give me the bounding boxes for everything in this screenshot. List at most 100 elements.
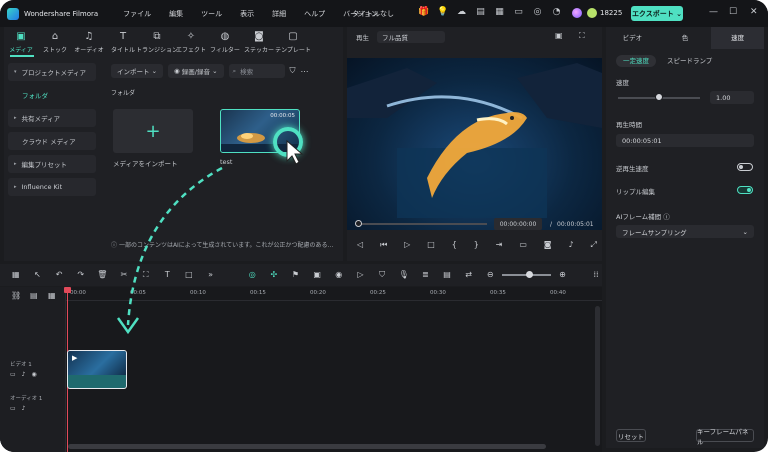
zoom-out-icon[interactable]: ⊖	[484, 269, 496, 281]
zoom-slider[interactable]	[502, 271, 551, 278]
play-icon[interactable]: ▷	[404, 240, 410, 250]
notification-icon[interactable]: ◔	[551, 7, 562, 18]
headset-icon[interactable]: ◎	[532, 7, 543, 18]
speed-value-field[interactable]: 1.00	[710, 91, 754, 104]
menu-file[interactable]: ファイル	[114, 9, 160, 19]
previous-frame-icon[interactable]: ◁	[357, 240, 363, 250]
step-back-icon[interactable]: ⏮	[380, 240, 387, 250]
monitor-icon[interactable]: ▭	[519, 240, 527, 250]
zoom-in-icon[interactable]: ⊕	[557, 269, 569, 281]
record-dropdown[interactable]: ◉ 録画/録音 ⌄	[168, 64, 224, 78]
quality-dropdown[interactable]: フル品質	[377, 31, 445, 43]
delete-icon[interactable]: 🗑	[97, 269, 109, 281]
menu-advanced[interactable]: 詳細	[263, 9, 295, 19]
playhead-handle[interactable]	[64, 287, 71, 293]
folder-icon[interactable]: ▭	[10, 371, 16, 378]
reverse-toggle[interactable]	[737, 163, 753, 171]
tab-title[interactable]: T タイトル	[106, 27, 140, 57]
import-dropdown[interactable]: インポート ⌄	[111, 64, 164, 78]
import-media-tile[interactable]: +	[113, 109, 193, 153]
timeline-horizontal-scrollbar[interactable]	[68, 444, 546, 449]
layout-icon[interactable]: ▣	[555, 31, 563, 40]
menu-tools[interactable]: ツール	[192, 9, 231, 19]
time-ruler[interactable]: 00:00 00:05 00:10 00:15 00:20 00:25 00:3…	[66, 287, 602, 301]
camera-icon[interactable]: ◙	[544, 240, 552, 250]
add-track-icon[interactable]: ▤	[30, 291, 38, 300]
zoom-slider-handle[interactable]	[526, 271, 534, 278]
gift-icon[interactable]: 🎁	[418, 7, 429, 18]
shield-icon[interactable]: ⛉	[376, 269, 388, 281]
snapshot-icon[interactable]: ▣	[311, 269, 323, 281]
mark-out-icon[interactable]: }	[474, 240, 479, 250]
tab-stock[interactable]: ⌂ ストック	[38, 27, 72, 57]
close-icon[interactable]: ✕	[750, 7, 758, 17]
sidebar-item-folder[interactable]: フォルダ	[8, 86, 96, 104]
redo-icon[interactable]: ↷	[75, 269, 87, 281]
help-icon[interactable]: ⓘ	[663, 213, 670, 221]
ai-tool-icon[interactable]: ◎	[246, 269, 258, 281]
keyframe-panel-button[interactable]: キーフレームパネル	[696, 428, 754, 446]
list-icon[interactable]: ≣	[420, 269, 432, 281]
link-icon[interactable]: ⛓	[11, 291, 21, 300]
avatar[interactable]	[572, 8, 582, 18]
mark-icon[interactable]: ⚑	[290, 269, 302, 281]
cut-icon[interactable]: ✂	[118, 269, 130, 281]
preview-scrubber-handle[interactable]	[355, 220, 362, 227]
cloud-icon[interactable]: ☁	[456, 7, 467, 18]
screen-icon[interactable]: ▭	[513, 7, 524, 18]
search-input[interactable]: ⌕ 検索	[228, 64, 285, 78]
bulb-icon[interactable]: 💡	[437, 7, 448, 18]
video-preview[interactable]	[347, 58, 602, 230]
save-icon[interactable]: ▤	[475, 7, 486, 18]
crop-icon[interactable]: ⛶	[140, 269, 152, 281]
effect-track-icon[interactable]: ▤	[441, 269, 453, 281]
microphone-icon[interactable]: 🎙	[398, 269, 410, 281]
eye-icon[interactable]: ◉	[32, 371, 37, 378]
fullscreen-icon[interactable]: ⤢	[590, 240, 596, 250]
duration-field[interactable]: 00:00:05:01	[616, 134, 754, 147]
sidebar-item-project-media[interactable]: ▾ プロジェクトメディア	[8, 63, 96, 81]
minimize-icon[interactable]: —	[709, 7, 718, 17]
tab-video[interactable]: ビデオ	[606, 27, 659, 49]
constant-speed-option[interactable]: 一定速度	[616, 55, 656, 67]
sidebar-item-edit-presets[interactable]: ▸ 編集プリセット	[8, 155, 96, 173]
record-voice-icon[interactable]: ◉	[333, 269, 345, 281]
menu-edit[interactable]: 編集	[160, 9, 192, 19]
more-icon[interactable]: ⋯	[301, 67, 309, 76]
tab-speed[interactable]: 速度	[711, 27, 765, 49]
menu-help[interactable]: ヘルプ	[295, 9, 334, 19]
timeline-video-clip[interactable]: ▶	[67, 350, 127, 389]
ripple-toggle[interactable]	[737, 186, 753, 194]
tab-audio[interactable]: ♫ オーディオ	[72, 27, 106, 57]
insert-icon[interactable]: ⇥	[496, 240, 503, 250]
grid-icon[interactable]: ▦	[10, 269, 22, 281]
track-settings-icon[interactable]: ▦	[48, 291, 56, 300]
maximize-icon[interactable]: ☐	[729, 7, 737, 17]
mark-in-icon[interactable]: {	[452, 240, 457, 250]
folder-icon[interactable]: ▭	[10, 405, 16, 412]
tab-template[interactable]: ▢ テンプレート	[275, 27, 311, 57]
tab-sticker[interactable]: ◙ ステッカー	[242, 27, 276, 57]
layout-icon[interactable]: ▦	[494, 7, 505, 18]
sidebar-item-cloud-media[interactable]: クラウド メディア	[8, 132, 96, 150]
select-icon[interactable]: ↖	[32, 269, 44, 281]
snapshot-icon[interactable]: ⛶	[579, 31, 585, 41]
sidebar-item-influence-kit[interactable]: ▸ Influence Kit	[8, 178, 96, 196]
tab-effect[interactable]: ✧ エフェクト	[174, 27, 208, 57]
tab-color[interactable]: 色	[659, 27, 712, 49]
preview-scrubber[interactable]	[357, 223, 487, 225]
speed-ramp-option[interactable]: スピードランプ	[660, 55, 719, 67]
tab-media[interactable]: ▣ メディア	[4, 27, 38, 57]
filter-sort-icon[interactable]: ⛉	[290, 66, 296, 76]
speaker-icon[interactable]: ♪	[22, 371, 26, 378]
export-button[interactable]: エクスポート ⌄	[631, 6, 683, 21]
replace-icon[interactable]: ⇄	[463, 269, 475, 281]
text-icon[interactable]: T	[161, 269, 173, 281]
speed-slider-handle[interactable]	[655, 93, 663, 101]
sidebar-item-shared-media[interactable]: ▸ 共有メディア	[8, 109, 96, 127]
volume-icon[interactable]: ♪	[568, 240, 573, 250]
layout-grid-icon[interactable]: ⁞⁞	[590, 269, 602, 281]
ai-frame-dropdown[interactable]: フレームサンプリング ⌄	[616, 225, 754, 238]
reset-button[interactable]: リセット	[616, 429, 646, 442]
speaker-icon[interactable]: ♪	[22, 405, 26, 412]
